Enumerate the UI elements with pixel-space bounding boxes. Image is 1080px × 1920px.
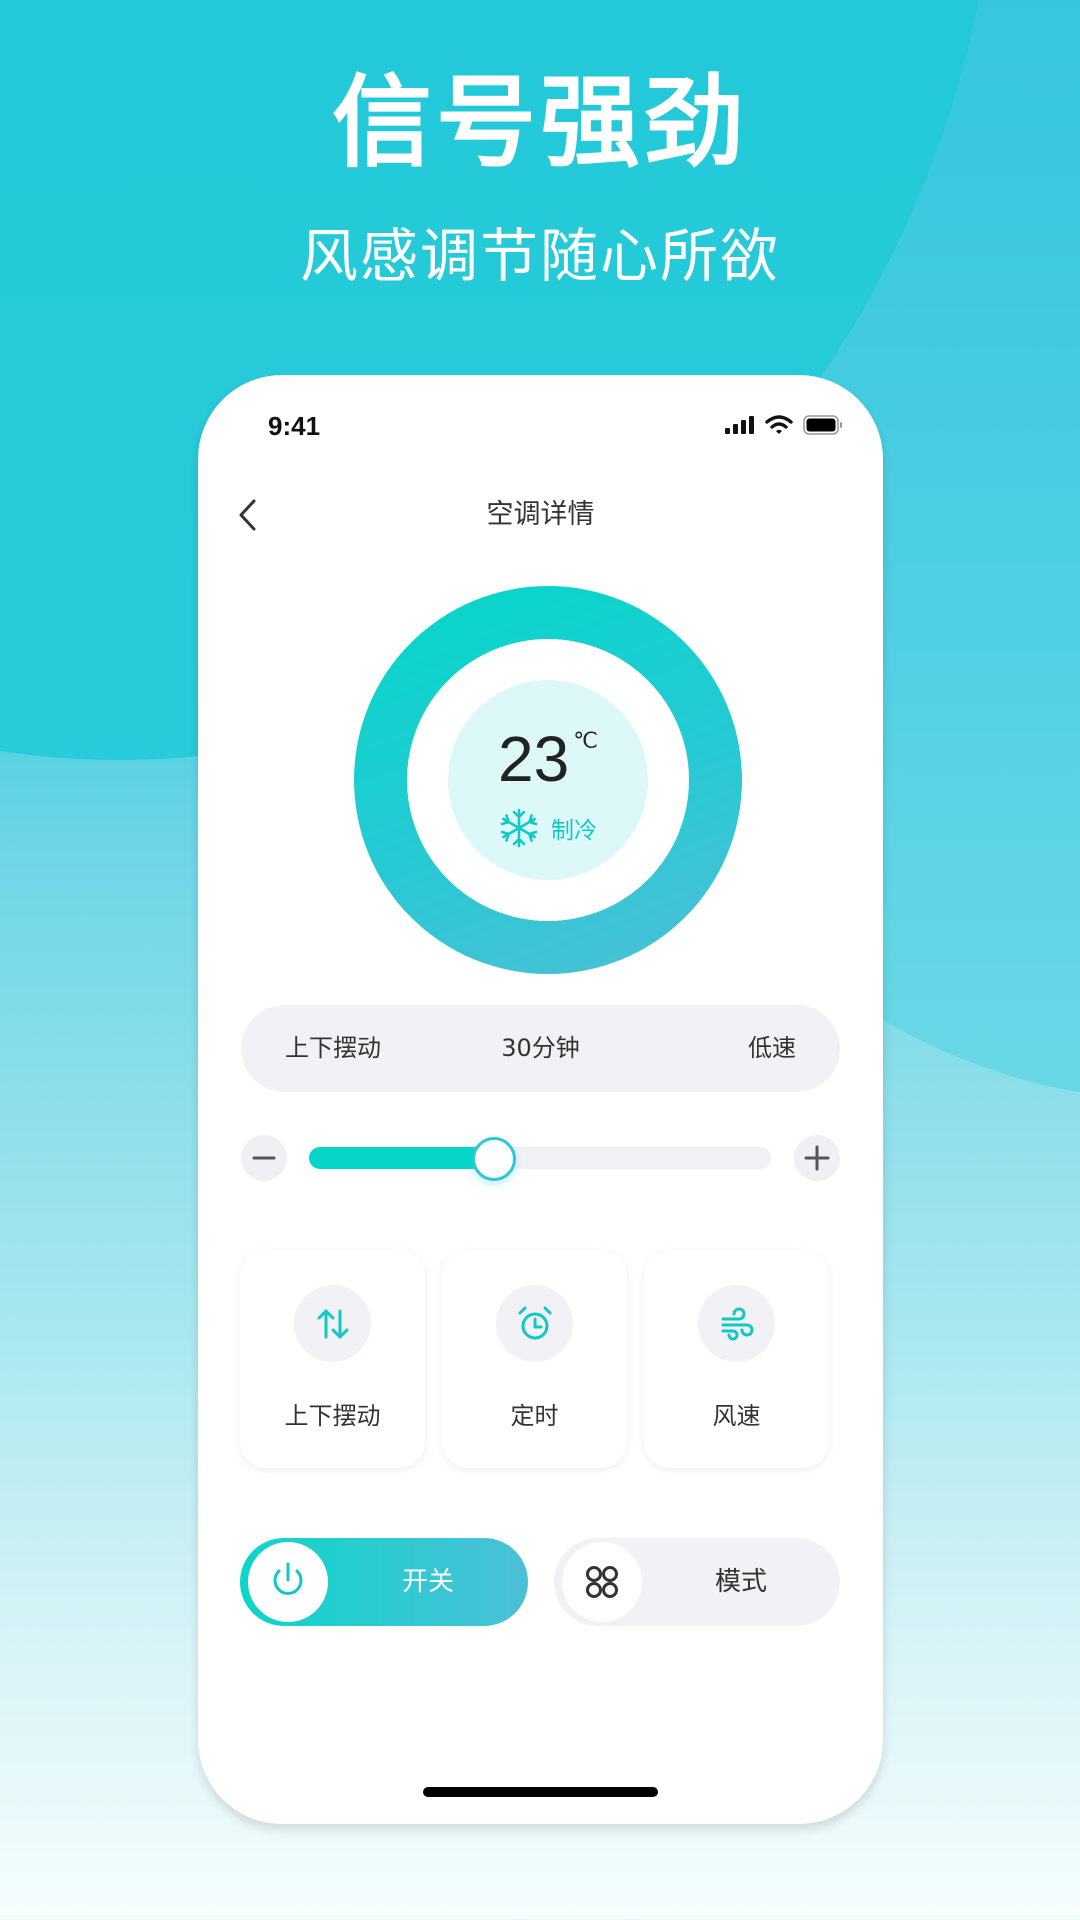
page-title: 空调详情	[486, 499, 595, 530]
temperature-unit: ℃	[573, 728, 598, 753]
wifi-icon	[765, 415, 793, 434]
dial-inner-ring: 23 ℃ 制冷	[407, 639, 689, 921]
status-time: 9:41	[268, 411, 321, 441]
card-label: 定时	[510, 1402, 559, 1430]
mode-button[interactable]: 模式	[554, 1538, 840, 1626]
signal-icon	[725, 416, 754, 434]
swing-arrows-icon	[317, 1309, 348, 1338]
plus-icon	[804, 1145, 830, 1171]
power-label: 开关	[401, 1567, 454, 1597]
battery-icon	[803, 415, 842, 435]
wind-icon	[721, 1307, 753, 1340]
home-indicator	[423, 1787, 658, 1797]
slider-track[interactable]	[309, 1137, 771, 1181]
status-summary-bar: 上下摆动 30分钟 低速	[241, 1005, 840, 1092]
summary-fan-speed: 低速	[748, 1034, 796, 1062]
alarm-clock-icon	[518, 1306, 551, 1339]
card-timer[interactable]: 定时	[442, 1250, 627, 1468]
power-knob	[248, 1542, 328, 1622]
card-label: 上下摆动	[284, 1402, 381, 1430]
mode-label: 制冷	[551, 818, 597, 844]
slider-thumb[interactable]	[471, 1137, 516, 1181]
mode-knob	[562, 1542, 642, 1622]
temperature-dial[interactable]: 23 ℃ 制冷	[354, 586, 742, 974]
card-fan-speed[interactable]: 风速	[644, 1250, 829, 1468]
snowflake-icon	[500, 808, 538, 848]
card-icon-bg	[496, 1285, 573, 1362]
mode-label: 模式	[714, 1567, 767, 1597]
minus-icon	[252, 1156, 276, 1160]
temperature-slider-row	[241, 1135, 840, 1181]
dial-core: 23 ℃ 制冷	[448, 680, 648, 880]
increase-button[interactable]	[794, 1135, 840, 1181]
card-label: 风速	[712, 1402, 761, 1430]
current-mode: 制冷	[448, 808, 648, 848]
phone-screen: 9:41 空调详情 23 ℃ 制冷 上下摆动 30分钟 低速 上下摆动 定时 风…	[198, 375, 883, 1824]
card-icon-bg	[294, 1285, 371, 1362]
temperature-display: 23 ℃	[448, 724, 648, 794]
function-cards: 上下摆动 定时 风速	[240, 1250, 840, 1468]
temperature-value: 23	[498, 723, 570, 795]
promo-headline: 信号强劲	[332, 63, 748, 181]
card-swing[interactable]: 上下摆动	[240, 1250, 425, 1468]
grid-circles-icon	[586, 1566, 618, 1598]
power-toggle-button[interactable]: 开关	[240, 1538, 528, 1626]
slider-fill	[309, 1147, 494, 1169]
power-icon	[273, 1562, 303, 1595]
status-icons	[725, 415, 843, 435]
decrease-button[interactable]	[241, 1135, 287, 1181]
card-icon-bg	[698, 1285, 775, 1362]
promo-subheadline: 风感调节随心所欲	[299, 222, 780, 290]
